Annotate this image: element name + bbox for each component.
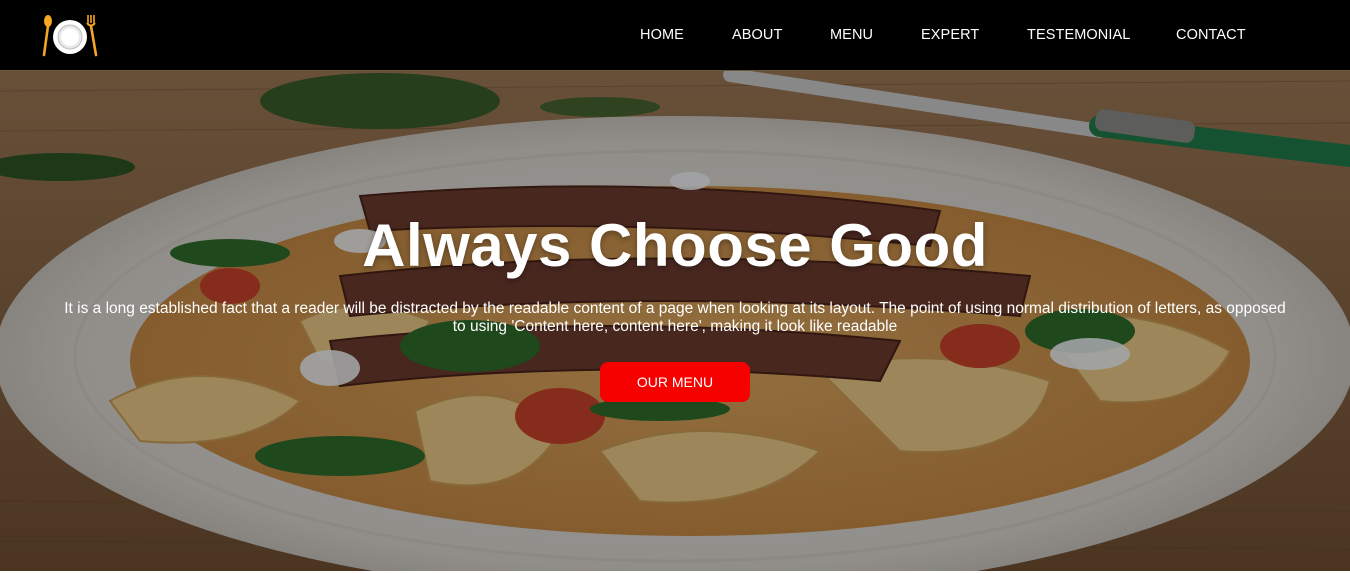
- hero-headline: Always Choose Good: [362, 212, 988, 279]
- nav-home-link[interactable]: HOME: [640, 27, 684, 43]
- nav-about-link[interactable]: ABOUT: [732, 27, 782, 43]
- top-navbar: HOME ABOUT MENU EXPERT TESTEMONIAL CONTA…: [0, 0, 1350, 71]
- nav-expert-link[interactable]: EXPERT: [921, 27, 979, 43]
- nav-menu-link[interactable]: MENU: [830, 27, 873, 43]
- nav-contact-link[interactable]: CONTACT: [1176, 27, 1246, 43]
- our-menu-button[interactable]: OUR MENU: [600, 362, 750, 402]
- plate-fork-spoon-logo-icon[interactable]: [40, 13, 100, 59]
- hero-section: Always Choose Good It is a long establis…: [0, 71, 1350, 571]
- hero-description: It is a long established fact that a rea…: [64, 300, 1286, 335]
- nav-testemonial-link[interactable]: TESTEMONIAL: [1027, 27, 1130, 43]
